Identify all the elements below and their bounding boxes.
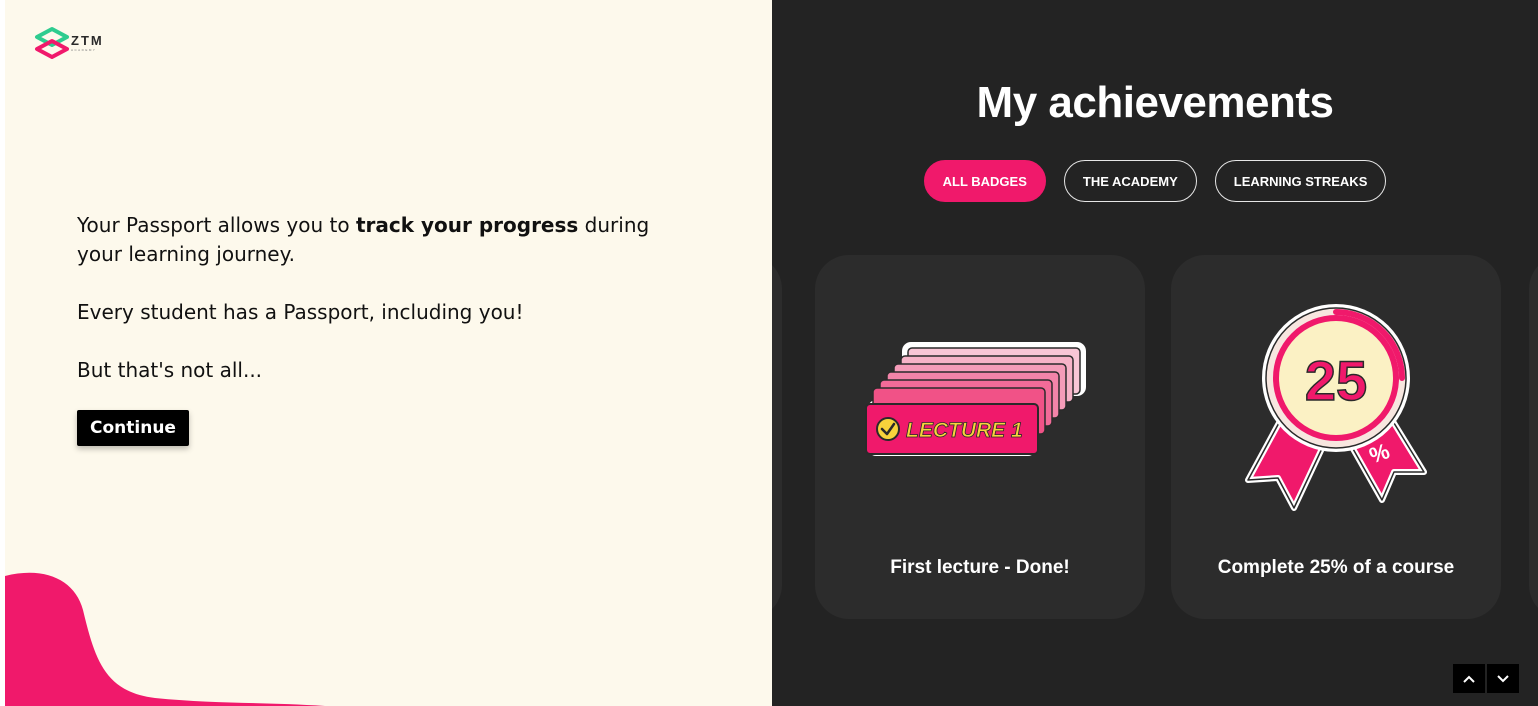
badge-card[interactable]: LECTURE 1 First lecture - Done! [815,255,1145,619]
intro-paragraph-2: Every student has a Passport, including … [77,300,524,324]
badge-card-next[interactable] [1529,255,1538,619]
badge-filter-tabs: ALL BADGES THE ACADEMY LEARNING STREAKS [772,160,1538,202]
logo-word: ZTM [71,33,104,48]
intro-paragraph-3: But that's not all... [77,358,263,382]
intro-highlight: track your progress [355,213,579,237]
scroll-nav [1453,664,1519,693]
logo-subtitle: ACADEMY [71,48,97,52]
scroll-down-button[interactable] [1487,664,1519,693]
ztm-logo-icon [35,27,69,59]
intro-paragraph-1: Your Passport allows you to track your p… [77,213,650,266]
intro-panel: ZTM ACADEMY Your Passport allows you to … [5,0,772,706]
intro-text: Your Passport allows you to track your p… [77,211,697,414]
ribbon-badge-number: 25 [1305,349,1367,412]
badge-card-label: First lecture - Done! [890,557,1070,578]
achievements-panel: My achievements ALL BADGES THE ACADEMY L… [772,0,1538,706]
chevron-up-icon [1463,675,1475,683]
tab-all-badges[interactable]: ALL BADGES [923,160,1046,202]
badge-card-previous[interactable] [772,255,782,619]
continue-button[interactable]: Continue [77,410,189,446]
achievements-title: My achievements [976,78,1334,127]
badge-card[interactable]: % 25 Complete 25% of a course [1171,255,1501,619]
chevron-down-icon [1497,674,1509,682]
scroll-up-button[interactable] [1453,664,1485,693]
decorative-blob [5,572,325,706]
badge-card-label: Complete 25% of a course [1217,557,1455,578]
tab-the-academy[interactable]: THE ACADEMY [1063,160,1197,202]
lecture-badge-icon: LECTURE 1 [815,295,1145,525]
ribbon-badge-icon: % 25 [1171,295,1501,525]
lecture-badge-text: LECTURE 1 [906,419,1023,442]
ztm-logo[interactable]: ZTM ACADEMY [33,26,104,64]
tab-learning-streaks[interactable]: LEARNING STREAKS [1214,160,1387,202]
